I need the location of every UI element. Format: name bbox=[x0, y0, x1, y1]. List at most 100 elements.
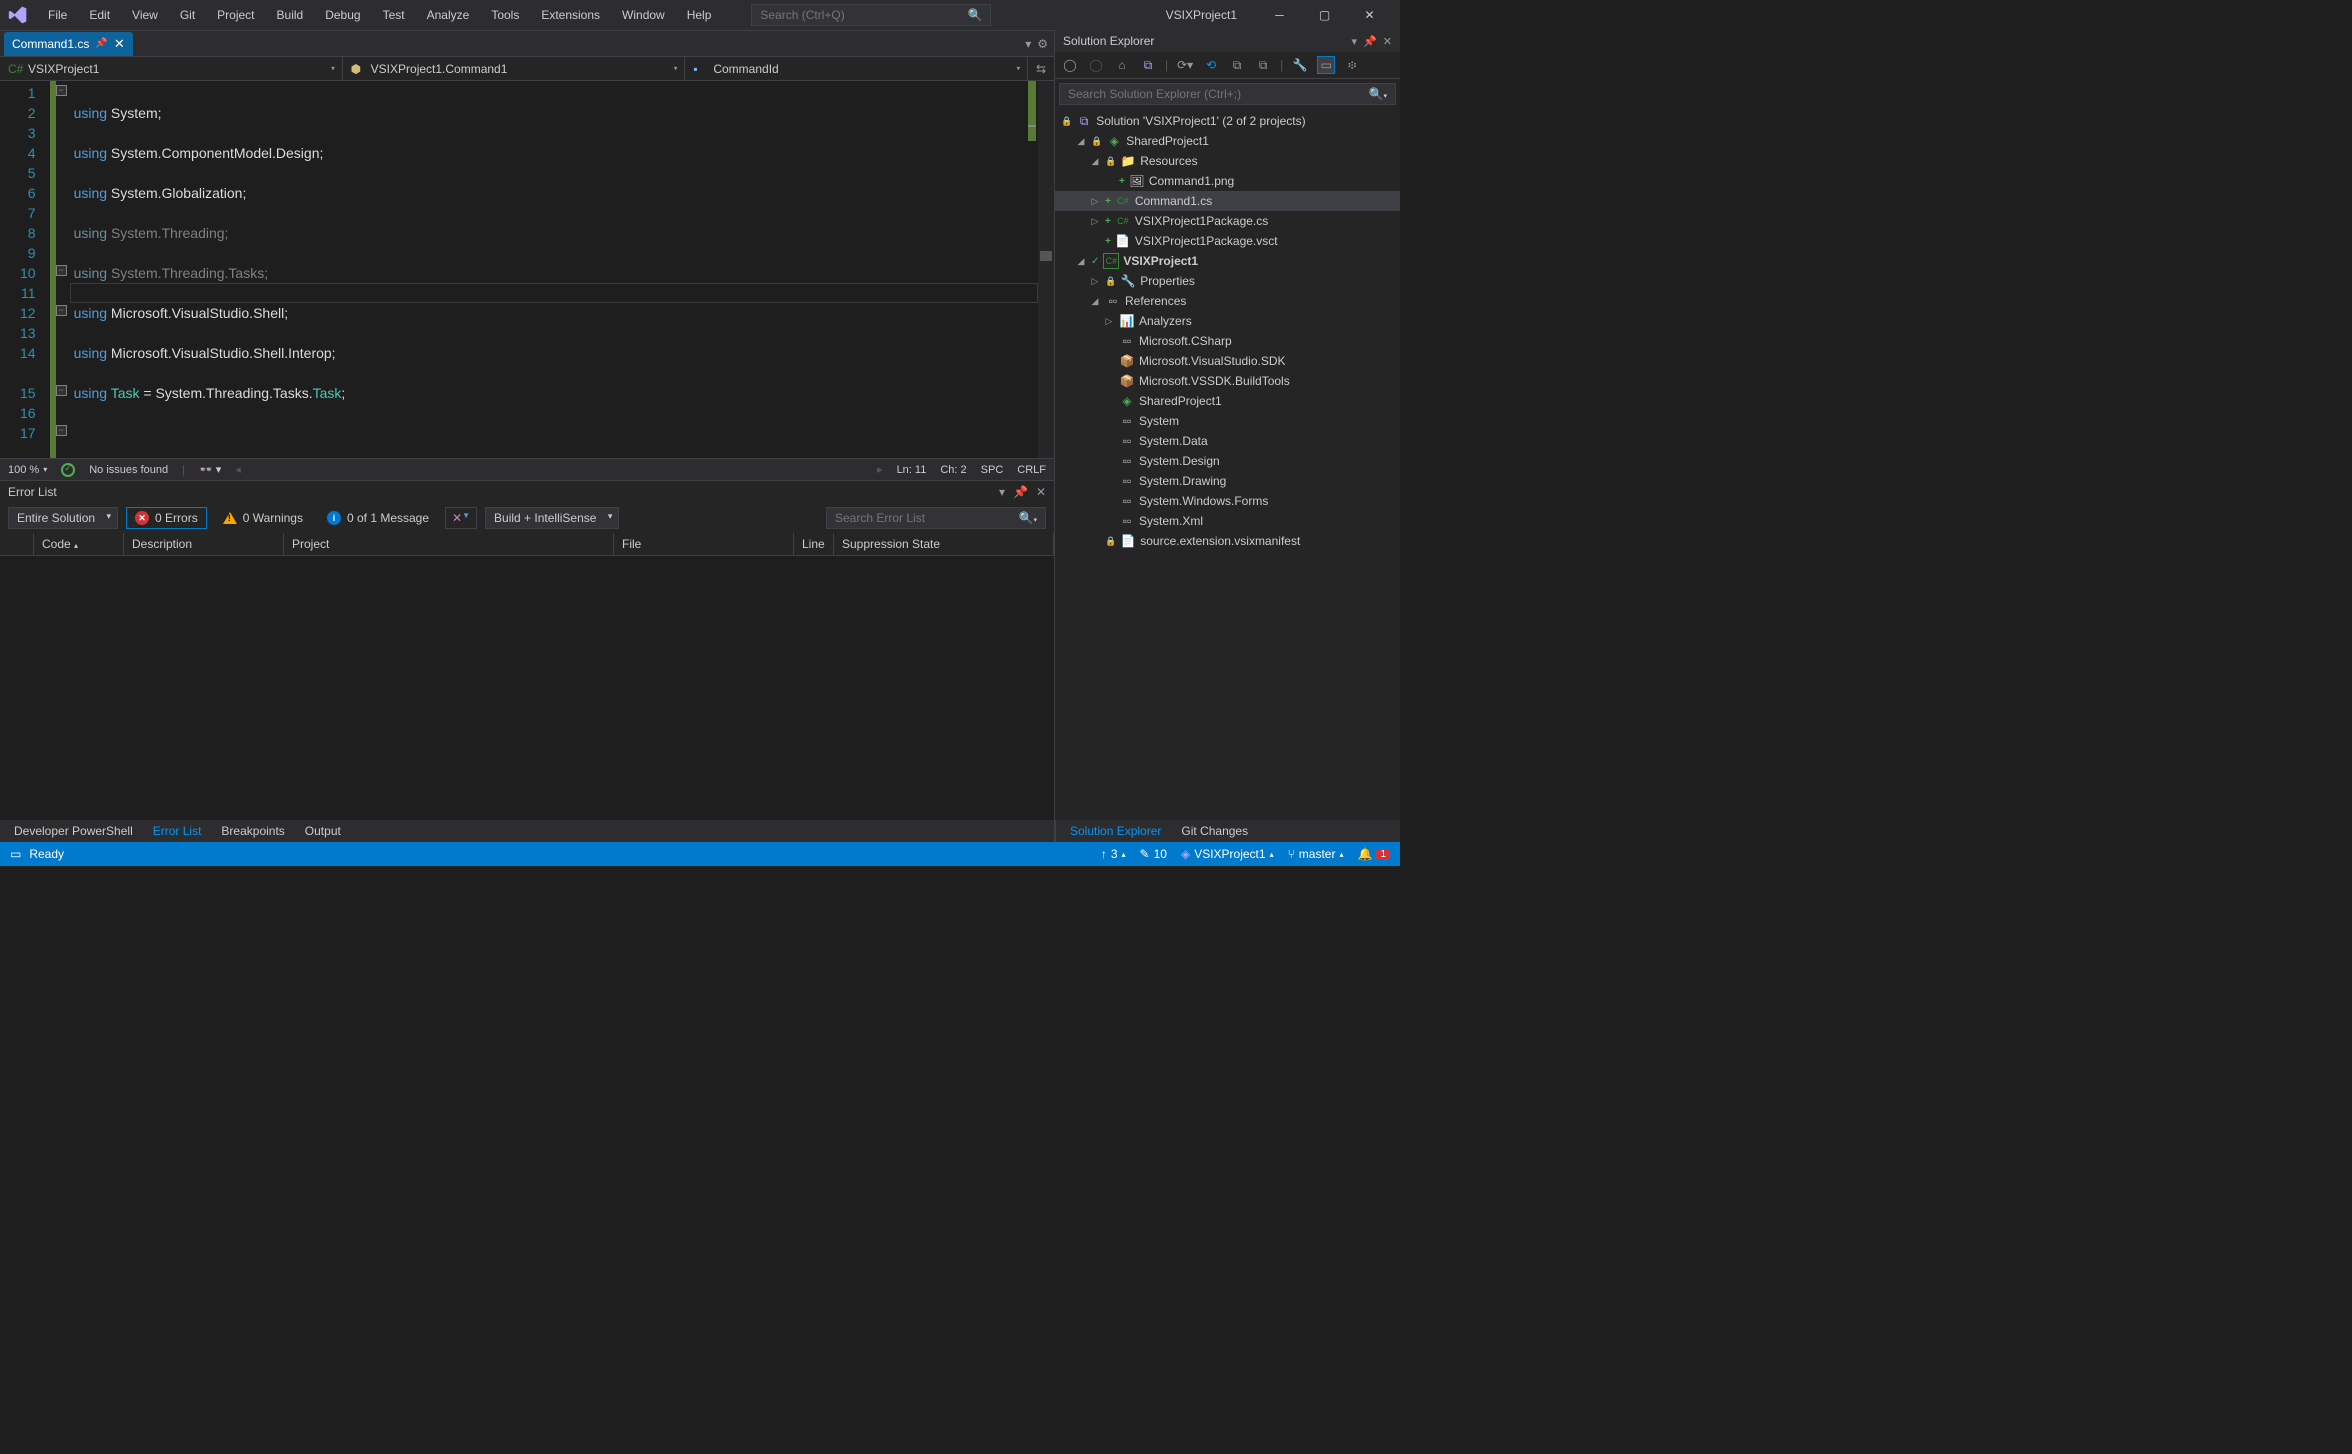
build-scope-dropdown[interactable]: Build + IntelliSense bbox=[485, 507, 619, 529]
scope-dropdown[interactable]: Entire Solution bbox=[8, 507, 118, 529]
tree-resources[interactable]: ◢🔒📁Resources bbox=[1055, 151, 1400, 171]
expand-icon[interactable]: ▷ bbox=[1089, 215, 1101, 227]
tree-ref-ms-csharp[interactable]: ▫▫Microsoft.CSharp bbox=[1055, 331, 1400, 351]
preview-icon[interactable]: ▭ bbox=[1317, 56, 1335, 74]
pin-icon[interactable]: 📌 bbox=[1013, 485, 1028, 499]
menu-help[interactable]: Help bbox=[677, 4, 722, 26]
branch-selector[interactable]: ⑂master▴ bbox=[1288, 847, 1344, 861]
expand-icon[interactable]: ▷ bbox=[1103, 315, 1115, 327]
nav-back-icon[interactable]: ◂ bbox=[235, 463, 241, 476]
global-search[interactable]: 🔍 bbox=[751, 4, 991, 26]
indent-mode[interactable]: SPC bbox=[981, 464, 1004, 476]
col-description[interactable]: Description bbox=[124, 533, 284, 555]
collapse-icon[interactable]: ◢ bbox=[1075, 135, 1087, 147]
global-search-input[interactable] bbox=[760, 8, 967, 22]
expand-icon[interactable]: ▷ bbox=[1089, 275, 1101, 287]
menu-extensions[interactable]: Extensions bbox=[531, 4, 610, 26]
crumb-member[interactable]: ▪ CommandId bbox=[685, 57, 1028, 80]
menu-file[interactable]: File bbox=[38, 4, 77, 26]
tree-analyzers[interactable]: ▷📊Analyzers bbox=[1055, 311, 1400, 331]
menu-build[interactable]: Build bbox=[267, 4, 314, 26]
scrollbar-vertical[interactable] bbox=[1038, 81, 1054, 458]
fold-toggle[interactable]: − bbox=[56, 425, 67, 436]
chevron-down-icon[interactable]: ▾ bbox=[999, 485, 1005, 499]
forward-icon[interactable]: ◯ bbox=[1087, 56, 1105, 74]
back-icon[interactable]: ◯ bbox=[1061, 56, 1079, 74]
tree-ref-system-winforms[interactable]: ▫▫System.Windows.Forms bbox=[1055, 491, 1400, 511]
col-suppression[interactable]: Suppression State bbox=[834, 533, 1054, 555]
tab-error-list[interactable]: Error List bbox=[143, 822, 212, 840]
expand-icon[interactable]: ▷ bbox=[1089, 195, 1101, 207]
notifications-button[interactable]: 🔔1 bbox=[1357, 847, 1390, 861]
menu-test[interactable]: Test bbox=[373, 4, 415, 26]
close-icon[interactable]: ✕ bbox=[1383, 35, 1392, 48]
tab-git-changes[interactable]: Git Changes bbox=[1171, 822, 1258, 840]
close-icon[interactable]: ✕ bbox=[114, 36, 125, 52]
menu-tools[interactable]: Tools bbox=[481, 4, 529, 26]
menu-edit[interactable]: Edit bbox=[79, 4, 120, 26]
split-editor-button[interactable]: ⇆ bbox=[1028, 57, 1054, 80]
document-tab-command1[interactable]: Command1.cs 📌 ✕ bbox=[4, 32, 133, 56]
tab-output[interactable]: Output bbox=[295, 822, 351, 840]
tree-package-cs[interactable]: ▷+C#VSIXProject1Package.cs bbox=[1055, 211, 1400, 231]
switch-view-icon[interactable]: ⧉ bbox=[1139, 56, 1157, 74]
tree-ref-ms-vssdk-build[interactable]: 📦Microsoft.VSSDK.BuildTools bbox=[1055, 371, 1400, 391]
collapse-icon[interactable]: ◢ bbox=[1075, 255, 1087, 267]
group-icon[interactable]: ፨ bbox=[1343, 56, 1361, 74]
tree-references[interactable]: ◢▫▫References bbox=[1055, 291, 1400, 311]
tree-ref-ms-vs-sdk[interactable]: 📦Microsoft.VisualStudio.SDK bbox=[1055, 351, 1400, 371]
nav-fwd-icon[interactable]: ▸ bbox=[877, 463, 883, 476]
tree-ref-system-xml[interactable]: ▫▫System.Xml bbox=[1055, 511, 1400, 531]
gear-icon[interactable]: ⚙ bbox=[1037, 37, 1048, 51]
tree-ref-system-drawing[interactable]: ▫▫System.Drawing bbox=[1055, 471, 1400, 491]
tree-package-vsct[interactable]: +📄VSIXProject1Package.vsct bbox=[1055, 231, 1400, 251]
minimize-button[interactable]: ─ bbox=[1257, 0, 1302, 30]
line-ending[interactable]: CRLF bbox=[1017, 464, 1046, 476]
collapse-icon[interactable]: ◢ bbox=[1089, 295, 1101, 307]
menu-window[interactable]: Window bbox=[612, 4, 675, 26]
tree-command-png[interactable]: +🖼Command1.png bbox=[1055, 171, 1400, 191]
tree-ref-system[interactable]: ▫▫System bbox=[1055, 411, 1400, 431]
chevron-down-icon[interactable]: ▾ bbox=[1025, 37, 1031, 51]
git-push-indicator[interactable]: ↑3▴ bbox=[1101, 847, 1126, 861]
collapse-all-icon[interactable]: ⧉ bbox=[1228, 56, 1246, 74]
close-button[interactable]: ✕ bbox=[1347, 0, 1392, 30]
col-line[interactable]: Line bbox=[794, 533, 834, 555]
tab-breakpoints[interactable]: Breakpoints bbox=[211, 822, 294, 840]
collapse-icon[interactable]: ◢ bbox=[1089, 155, 1101, 167]
fold-toggle[interactable]: − bbox=[56, 265, 67, 276]
tree-manifest[interactable]: 🔒📄source.extension.vsixmanifest bbox=[1055, 531, 1400, 551]
tab-dev-powershell[interactable]: Developer PowerShell bbox=[4, 822, 143, 840]
pin-icon[interactable]: 📌 bbox=[1363, 35, 1377, 48]
tree-shared-project[interactable]: ◢🔒◈SharedProject1 bbox=[1055, 131, 1400, 151]
error-search[interactable]: 🔍▾ bbox=[826, 507, 1046, 529]
code-editor[interactable]: 123 456 789 101112 1314 151617 − − − − −… bbox=[0, 81, 1054, 458]
messages-filter[interactable]: i 0 of 1 Message bbox=[319, 508, 437, 528]
tree-vsix-project[interactable]: ◢✓C#VSIXProject1 bbox=[1055, 251, 1400, 271]
crumb-class[interactable]: ⬢ VSIXProject1.Command1 bbox=[343, 57, 686, 80]
col-code[interactable]: Code ▴ bbox=[34, 533, 124, 555]
col-icon[interactable] bbox=[0, 533, 34, 555]
glasses-icon[interactable]: 👓 ▾ bbox=[199, 463, 221, 476]
menu-debug[interactable]: Debug bbox=[315, 4, 370, 26]
properties-icon[interactable]: 🔧 bbox=[1291, 56, 1309, 74]
zoom-control[interactable]: 100 % ▾ bbox=[8, 464, 47, 476]
tree-solution[interactable]: 🔒⧉Solution 'VSIXProject1' (2 of 2 projec… bbox=[1055, 111, 1400, 131]
solution-search[interactable]: 🔍▾ bbox=[1059, 83, 1396, 105]
errors-filter[interactable]: ✕ 0 Errors bbox=[126, 507, 207, 529]
tab-solution-explorer[interactable]: Solution Explorer bbox=[1060, 822, 1171, 840]
code-content[interactable]: using System; using System.ComponentMode… bbox=[70, 81, 1054, 458]
clear-filter-button[interactable]: ✕▼ bbox=[445, 507, 477, 529]
menu-view[interactable]: View bbox=[122, 4, 168, 26]
close-icon[interactable]: ✕ bbox=[1036, 485, 1046, 499]
tree-properties[interactable]: ▷🔒🔧Properties bbox=[1055, 271, 1400, 291]
chevron-down-icon[interactable]: ▾ bbox=[1352, 35, 1358, 48]
project-selector[interactable]: ◈VSIXProject1▴ bbox=[1181, 847, 1274, 861]
sync-icon[interactable]: ⟲ bbox=[1202, 56, 1220, 74]
tree-command-cs[interactable]: ▷+C#Command1.cs bbox=[1055, 191, 1400, 211]
menu-project[interactable]: Project bbox=[207, 4, 264, 26]
output-icon[interactable]: ▭ bbox=[10, 847, 21, 861]
col-file[interactable]: File bbox=[614, 533, 794, 555]
git-edits-indicator[interactable]: ✎10 bbox=[1140, 847, 1167, 861]
solution-search-input[interactable] bbox=[1068, 87, 1369, 101]
